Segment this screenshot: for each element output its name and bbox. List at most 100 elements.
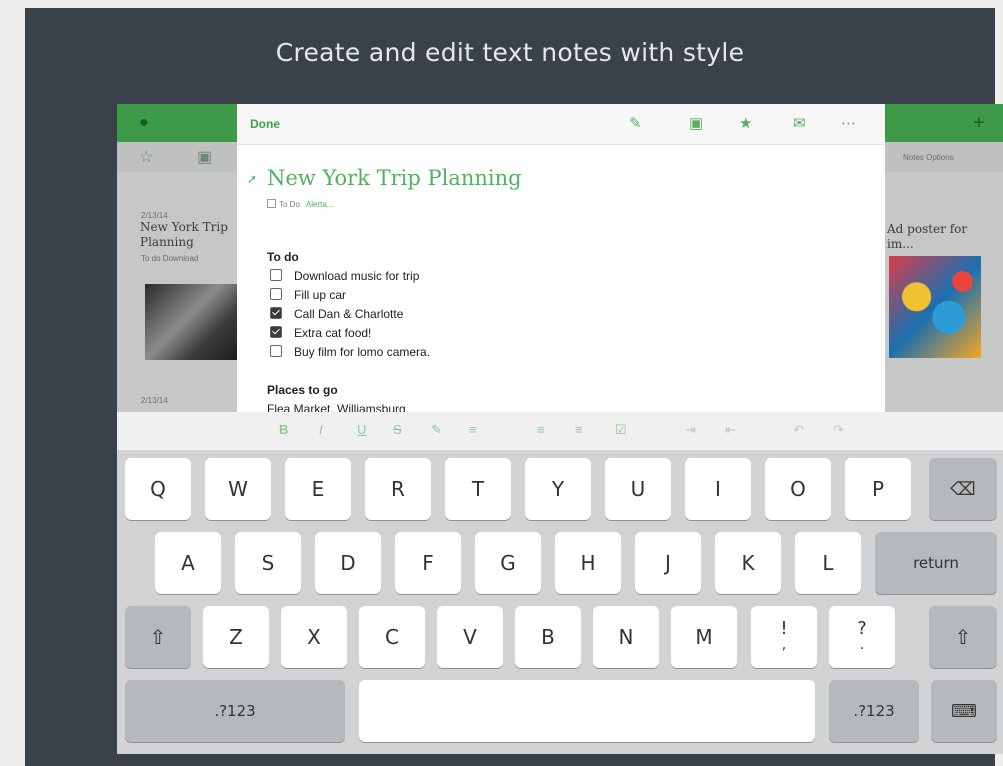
bullet-list-icon[interactable]: ≡ bbox=[537, 422, 545, 437]
checkbox[interactable] bbox=[270, 269, 282, 281]
key-s[interactable]: S bbox=[235, 532, 301, 594]
background-note-title: New York Trip Planning bbox=[140, 220, 228, 249]
key-z[interactable]: Z bbox=[203, 606, 269, 668]
key-r[interactable]: R bbox=[365, 458, 431, 520]
key-question-period[interactable]: ?. bbox=[829, 606, 895, 668]
note-tag-row[interactable]: To Do Alerta... bbox=[267, 199, 333, 209]
bold-icon[interactable]: B bbox=[279, 422, 288, 437]
promo-headline: Create and edit text notes with style bbox=[275, 38, 745, 67]
numbers-key-left[interactable]: .?123 bbox=[125, 680, 345, 742]
note-tag-more[interactable]: Alerta... bbox=[306, 200, 334, 209]
todo-item[interactable]: Call Dan & Charlotte bbox=[270, 306, 403, 322]
key-x[interactable]: X bbox=[281, 606, 347, 668]
background-toolbar-text: Notes Options bbox=[903, 153, 954, 162]
space-bar[interactable] bbox=[359, 680, 815, 742]
key-d[interactable]: D bbox=[315, 532, 381, 594]
numbers-key-right[interactable]: .?123 bbox=[829, 680, 919, 742]
todo-item[interactable]: Fill up car bbox=[270, 287, 346, 303]
key-a[interactable]: A bbox=[155, 532, 221, 594]
edit-icon[interactable]: ✎ bbox=[629, 114, 642, 132]
key-exclamation-comma[interactable]: !, bbox=[751, 606, 817, 668]
key-g[interactable]: G bbox=[475, 532, 541, 594]
promo-panel: Create and edit text notes with style ● … bbox=[25, 8, 1003, 766]
shift-key-right[interactable]: ⇧ bbox=[929, 606, 997, 668]
key-o[interactable]: O bbox=[765, 458, 831, 520]
star-icon[interactable]: ☆ bbox=[139, 147, 153, 167]
backspace-key[interactable]: ⌫ bbox=[929, 458, 997, 520]
more-icon[interactable]: ⋯ bbox=[841, 114, 856, 132]
underline-icon[interactable]: U bbox=[357, 422, 366, 437]
indent-icon[interactable]: ⇥ bbox=[685, 422, 696, 438]
reminder-icon[interactable]: ★ bbox=[739, 114, 752, 132]
places-item: Flea Market, Williamsburg bbox=[267, 402, 406, 412]
background-note-date: 2/13/14 bbox=[141, 211, 168, 220]
evernote-elephant-icon: ● bbox=[139, 114, 149, 131]
key-secondary-char: . bbox=[859, 637, 865, 653]
italic-icon[interactable]: I bbox=[319, 422, 323, 437]
key-y[interactable]: Y bbox=[525, 458, 591, 520]
note-toolbar: Done ✎ ▣ ★ ✉ ⋯ bbox=[237, 104, 885, 145]
key-secondary-char: , bbox=[781, 637, 787, 653]
key-q[interactable]: Q bbox=[125, 458, 191, 520]
note-title[interactable]: New York Trip Planning bbox=[267, 166, 522, 190]
key-primary-char: ? bbox=[857, 618, 867, 639]
notebook-icon[interactable]: ▣ bbox=[197, 147, 212, 167]
bridge-photo-thumbnail bbox=[145, 284, 237, 360]
key-k[interactable]: K bbox=[715, 532, 781, 594]
background-note-snippet: To do Download bbox=[141, 254, 199, 263]
todo-item[interactable]: Extra cat food! bbox=[270, 325, 371, 341]
key-n[interactable]: N bbox=[593, 606, 659, 668]
shift-icon: ⇧ bbox=[149, 625, 167, 649]
key-primary-char: ! bbox=[780, 618, 788, 639]
key-w[interactable]: W bbox=[205, 458, 271, 520]
todo-label: Call Dan & Charlotte bbox=[294, 307, 404, 321]
todo-label: Fill up car bbox=[294, 288, 347, 302]
note-tag: To Do bbox=[279, 200, 300, 209]
key-m[interactable]: M bbox=[671, 606, 737, 668]
key-v[interactable]: V bbox=[437, 606, 503, 668]
camera-icon[interactable]: ▣ bbox=[689, 114, 703, 132]
return-key[interactable]: return bbox=[875, 532, 997, 594]
done-button[interactable]: Done bbox=[250, 117, 280, 131]
places-header: Places to go bbox=[267, 383, 338, 397]
title-edit-icon: ➚ bbox=[247, 172, 258, 186]
tag-icon bbox=[267, 199, 276, 208]
key-i[interactable]: I bbox=[685, 458, 751, 520]
undo-icon[interactable]: ↶ bbox=[793, 422, 804, 438]
key-j[interactable]: J bbox=[635, 532, 701, 594]
strikethrough-icon[interactable]: S bbox=[393, 422, 402, 437]
key-u[interactable]: U bbox=[605, 458, 671, 520]
checkbox[interactable] bbox=[270, 288, 282, 300]
formatting-toolbar: B I U S ✎ ≡ ≡ ≡ ☑ ⇥ ⇤ ↶ ↷ bbox=[117, 412, 1003, 451]
key-l[interactable]: L bbox=[795, 532, 861, 594]
background-note-date-2: 2/13/14 bbox=[141, 396, 168, 405]
poster-thumbnail bbox=[889, 256, 981, 358]
outdent-icon[interactable]: ⇤ bbox=[725, 422, 736, 438]
numbered-list-icon[interactable]: ≡ bbox=[575, 422, 583, 437]
highlight-icon[interactable]: ✎ bbox=[431, 422, 442, 438]
key-c[interactable]: C bbox=[359, 606, 425, 668]
checkbox[interactable] bbox=[270, 345, 282, 357]
todo-label: Buy film for lomo camera. bbox=[294, 345, 431, 359]
shift-key-left[interactable]: ⇧ bbox=[125, 606, 191, 668]
checkbox[interactable] bbox=[270, 307, 282, 319]
todo-header: To do bbox=[267, 250, 299, 264]
key-e[interactable]: E bbox=[285, 458, 351, 520]
todo-item[interactable]: Download music for trip bbox=[270, 268, 419, 284]
key-t[interactable]: T bbox=[445, 458, 511, 520]
keyboard-hide-icon: ⌨ bbox=[951, 700, 977, 722]
background-right-note-title: Ad poster for im... bbox=[887, 222, 968, 251]
key-p[interactable]: P bbox=[845, 458, 911, 520]
checkbox[interactable] bbox=[270, 326, 282, 338]
todo-item[interactable]: Buy film for lomo camera. bbox=[270, 344, 430, 360]
checkbox-icon[interactable]: ☑ bbox=[615, 422, 627, 438]
tablet-screen: ● + ☆ ▣ Notes Options 2/13/14 New York T… bbox=[117, 104, 1003, 754]
share-icon[interactable]: ✉ bbox=[793, 114, 806, 132]
align-icon[interactable]: ≡ bbox=[469, 422, 477, 437]
key-h[interactable]: H bbox=[555, 532, 621, 594]
add-note-icon[interactable]: + bbox=[973, 112, 985, 135]
key-f[interactable]: F bbox=[395, 532, 461, 594]
key-b[interactable]: B bbox=[515, 606, 581, 668]
hide-keyboard-key[interactable]: ⌨ bbox=[931, 680, 997, 742]
redo-icon[interactable]: ↷ bbox=[833, 422, 844, 438]
